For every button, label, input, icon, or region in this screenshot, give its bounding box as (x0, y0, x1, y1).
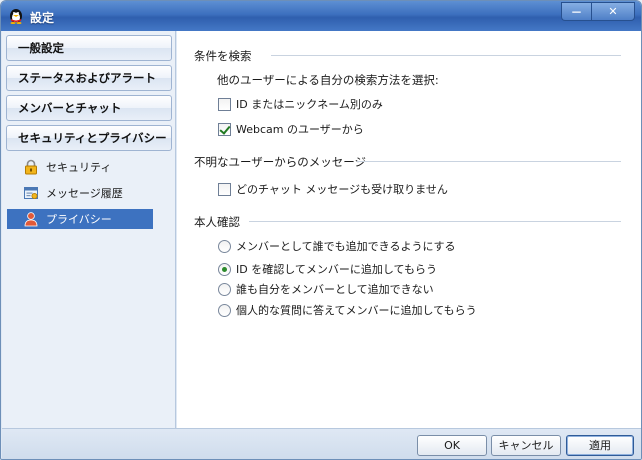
person-icon (24, 212, 38, 227)
option-label: ID を確認してメンバーに追加してもらう (236, 263, 437, 276)
option-label: ID またはニックネーム別のみ (236, 98, 383, 111)
sidebar-item-security[interactable]: セキュリティ (7, 157, 153, 177)
apply-button[interactable]: 適用 (566, 435, 634, 456)
option-reject-all-chat[interactable]: どのチャット メッセージも受け取りません (218, 181, 448, 197)
settings-panel: 条件を検索 他のユーザーによる自分の検索方法を選択: ID またはニックネーム別… (177, 31, 641, 428)
section-divider (249, 221, 621, 222)
sidebar-item-privacy[interactable]: プライバシー (7, 209, 153, 229)
checkbox[interactable] (218, 122, 231, 136)
history-icon (24, 187, 38, 199)
sidebar-category-security-privacy[interactable]: セキュリティとプライバシー (6, 125, 172, 151)
verify-section-title: 本人確認 (194, 215, 240, 229)
section-divider (357, 161, 621, 162)
close-button[interactable]: ✕ (591, 2, 635, 21)
option-label: メンバーとして誰でも追加できるようにする (236, 240, 456, 253)
radio-anyone-can-add[interactable]: メンバーとして誰でも追加できるようにする (218, 238, 456, 254)
window-controls: － ✕ (561, 2, 635, 21)
radio-nobody-can-add[interactable]: 誰も自分をメンバーとして追加できない (218, 281, 434, 297)
sidebar-item-message-history[interactable]: メッセージ履歴 (7, 183, 153, 203)
radio-answer-question[interactable]: 個人的な質問に答えてメンバーに追加してもらう (218, 302, 477, 318)
minimize-button[interactable]: － (561, 2, 591, 21)
option-id-nickname-only[interactable]: ID またはニックネーム別のみ (218, 96, 383, 112)
checkbox[interactable] (218, 182, 231, 196)
radio-button[interactable] (218, 282, 231, 296)
sidebar-item-label: セキュリティ (46, 161, 112, 174)
radio-button[interactable] (218, 262, 231, 276)
radio-button[interactable] (218, 303, 231, 317)
penguin-icon (10, 9, 22, 24)
checkbox[interactable] (218, 97, 231, 111)
option-label: 個人的な質問に答えてメンバーに追加してもらう (236, 304, 477, 317)
ok-button[interactable]: OK (417, 435, 487, 456)
sidebar: 一般設定 ステータスおよびアラート メンバーとチャット セキュリティとプライバシ… (2, 31, 176, 428)
option-label: どのチャット メッセージも受け取りません (236, 183, 448, 196)
option-label: Webcam のユーザーから (236, 123, 364, 136)
window-title: 設定 (30, 11, 55, 25)
search-prompt: 他のユーザーによる自分の検索方法を選択: (217, 73, 439, 87)
lock-icon (25, 159, 37, 175)
radio-verify-id[interactable]: ID を確認してメンバーに追加してもらう (218, 261, 437, 277)
search-section-title: 条件を検索 (194, 49, 252, 63)
option-webcam-users[interactable]: Webcam のユーザーから (218, 121, 364, 137)
sidebar-category-general[interactable]: 一般設定 (6, 35, 172, 61)
title-bar[interactable]: 設定 － ✕ (1, 1, 641, 31)
settings-window: 設定 － ✕ 一般設定 ステータスおよびアラート メンバーとチャット セキュリテ… (0, 0, 642, 460)
sidebar-item-label: プライバシー (46, 213, 112, 226)
sidebar-category-status-alerts[interactable]: ステータスおよびアラート (6, 65, 172, 91)
button-bar: OK キャンセル 適用 (2, 428, 641, 459)
unknown-section-title: 不明なユーザーからのメッセージ (194, 155, 367, 169)
cancel-button[interactable]: キャンセル (491, 435, 561, 456)
section-divider (271, 55, 621, 56)
option-label: 誰も自分をメンバーとして追加できない (236, 283, 434, 296)
radio-button[interactable] (218, 239, 231, 253)
sidebar-category-members-chat[interactable]: メンバーとチャット (6, 95, 172, 121)
sidebar-item-label: メッセージ履歴 (46, 187, 123, 200)
